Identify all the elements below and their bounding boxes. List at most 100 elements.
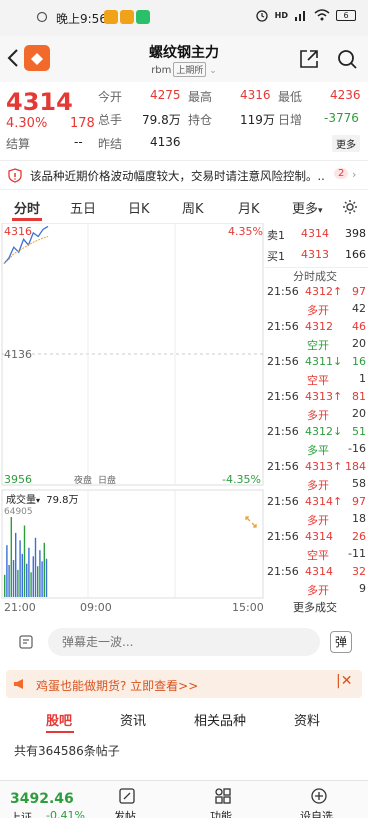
trade-qty: 184 (345, 460, 366, 473)
trade-type: 多开 (307, 409, 329, 422)
active-tab-underline (12, 218, 42, 221)
gear-icon[interactable] (342, 199, 358, 215)
tab-week-k[interactable]: 周K (182, 198, 204, 217)
trade-qty: 97 (352, 285, 366, 298)
period-tabs: 分时 五日 日K 周K 月K 更多▾ (0, 194, 368, 222)
post-button[interactable]: 发帖 (114, 808, 136, 818)
ask-price: 4314 (301, 227, 329, 240)
trades-title: 分时成交 (293, 270, 337, 283)
volume-bar (28, 547, 30, 597)
intraday-chart[interactable]: 4316 4.35% 4136 3956 夜盘 日盘 -4.35% 成交量▾ 7… (0, 223, 265, 614)
tab-day-k[interactable]: 日K (128, 198, 150, 217)
tab-five-day[interactable]: 五日 (70, 198, 96, 217)
battery-icon: 6 (336, 9, 356, 21)
trade-type-row: 多开 20 (265, 407, 368, 424)
grid-icon[interactable] (214, 787, 232, 805)
trade-time: 21:56 (267, 355, 299, 368)
trade-price: 4314 (305, 565, 333, 578)
daily-increase-label: 日增 (278, 113, 303, 127)
more-button[interactable]: 更多 (332, 135, 360, 152)
trade-type-qty: 20 (352, 407, 366, 420)
volume-bar (21, 553, 23, 597)
trade-time: 21:56 (267, 460, 299, 473)
chart-bottom-pct: -4.35% (222, 473, 261, 486)
wechat-icon (136, 10, 150, 24)
volume-label: 成交量 (6, 495, 36, 506)
volume-bar (34, 537, 37, 597)
share-icon[interactable] (298, 48, 320, 70)
add-watchlist-button[interactable]: 设自选 (300, 808, 333, 818)
ask-row: 卖1 4314 398 (265, 227, 368, 244)
tab-info[interactable]: 资料 (294, 710, 320, 729)
open-label: 今开 (98, 90, 123, 104)
volume-bar (12, 560, 15, 597)
tab-related[interactable]: 相关品种 (194, 710, 246, 729)
volume-bar (4, 574, 6, 597)
trade-qty: 51 (352, 425, 366, 438)
warning-icon (8, 168, 22, 183)
trade-type: 空平 (307, 549, 329, 562)
tab-forum[interactable]: 股吧 (46, 710, 72, 729)
trade-type-qty: 1 (359, 372, 366, 385)
tab-month-k[interactable]: 月K (238, 198, 260, 217)
trade-type: 多开 (307, 304, 329, 317)
signal-icon: HD (274, 10, 288, 20)
volume-bar (30, 572, 32, 597)
tab-news[interactable]: 资讯 (120, 710, 146, 729)
trade-type: 多开 (307, 584, 329, 597)
promo-text: 鸡蛋也能做期货? 立即查看>> (36, 679, 199, 693)
volume-value: 79.8万 (142, 113, 181, 127)
trade-time: 21:56 (267, 425, 299, 438)
volume-bar (26, 563, 28, 597)
more-trades-row[interactable]: 更多成交 (265, 599, 368, 616)
trade-row: 21:56 4311↓ 16 (265, 355, 368, 372)
trade-qty: 26 (352, 530, 366, 543)
chevron-down-icon: ⌄ (206, 66, 217, 76)
trade-row: 21:56 4312 46 (265, 320, 368, 337)
trade-type-qty: 9 (359, 582, 366, 595)
trade-type-row: 多开 58 (265, 477, 368, 494)
trade-type-qty: 42 (352, 302, 366, 315)
danmaku-input[interactable] (48, 628, 320, 656)
day-session-label: 日盘 (98, 476, 117, 486)
trade-type: 多平 (307, 444, 329, 457)
app-notification-icon (104, 10, 118, 24)
high-label: 最高 (188, 90, 213, 104)
trade-price: 4313↑ (305, 460, 343, 473)
danmaku-list-icon[interactable] (18, 634, 34, 650)
app-header: 螺纹钢主力 rbm 上期所 ⌄ (0, 36, 368, 82)
close-icon[interactable]: |✕ (336, 673, 352, 689)
index-value[interactable]: 3492.46 (10, 791, 74, 807)
app-notification-icon (120, 10, 134, 24)
trade-type: 多开 (307, 514, 329, 527)
search-icon[interactable] (336, 48, 358, 70)
time-label-end: 15:00 (232, 601, 264, 614)
wifi-icon (314, 9, 330, 21)
chart-bottom-price: 3956 (4, 473, 32, 486)
status-time: 晚上9:56 (56, 12, 107, 26)
trade-qty: 81 (352, 390, 366, 403)
trade-price: 4312↓ (305, 425, 343, 438)
function-button[interactable]: 功能 (210, 808, 232, 818)
trade-type-row: 多平 -16 (265, 442, 368, 459)
tab-more[interactable]: 更多▾ (292, 198, 323, 217)
edit-icon[interactable] (118, 787, 136, 805)
trade-type-row: 空平 -11 (265, 547, 368, 564)
expand-icon[interactable] (244, 515, 258, 529)
trade-row: 21:56 4313↑ 184 (265, 460, 368, 477)
trade-type-row: 多开 18 (265, 512, 368, 529)
volume-bar (39, 550, 41, 597)
volume-bar (41, 561, 43, 597)
promo-banner[interactable]: 鸡蛋也能做期货? 立即查看>> |✕ (6, 670, 362, 698)
trade-row: 21:56 4314↑ 97 (265, 495, 368, 512)
danmaku-toggle[interactable]: 弹 (330, 631, 352, 653)
trade-type-qty: 20 (352, 337, 366, 350)
more-trades-button[interactable]: 更多成交 (293, 599, 337, 615)
index-name: 上证 (10, 811, 32, 818)
volume-bar (19, 540, 21, 597)
ask-label: 卖1 (267, 229, 285, 242)
night-session-label: 夜盘 (74, 476, 93, 486)
add-watchlist-icon[interactable] (310, 787, 328, 805)
risk-notice[interactable]: 该品种近期价格波动幅度较大，交易时请注意风险控制。... 2 › (0, 160, 368, 190)
tab-intraday[interactable]: 分时 (14, 198, 40, 217)
